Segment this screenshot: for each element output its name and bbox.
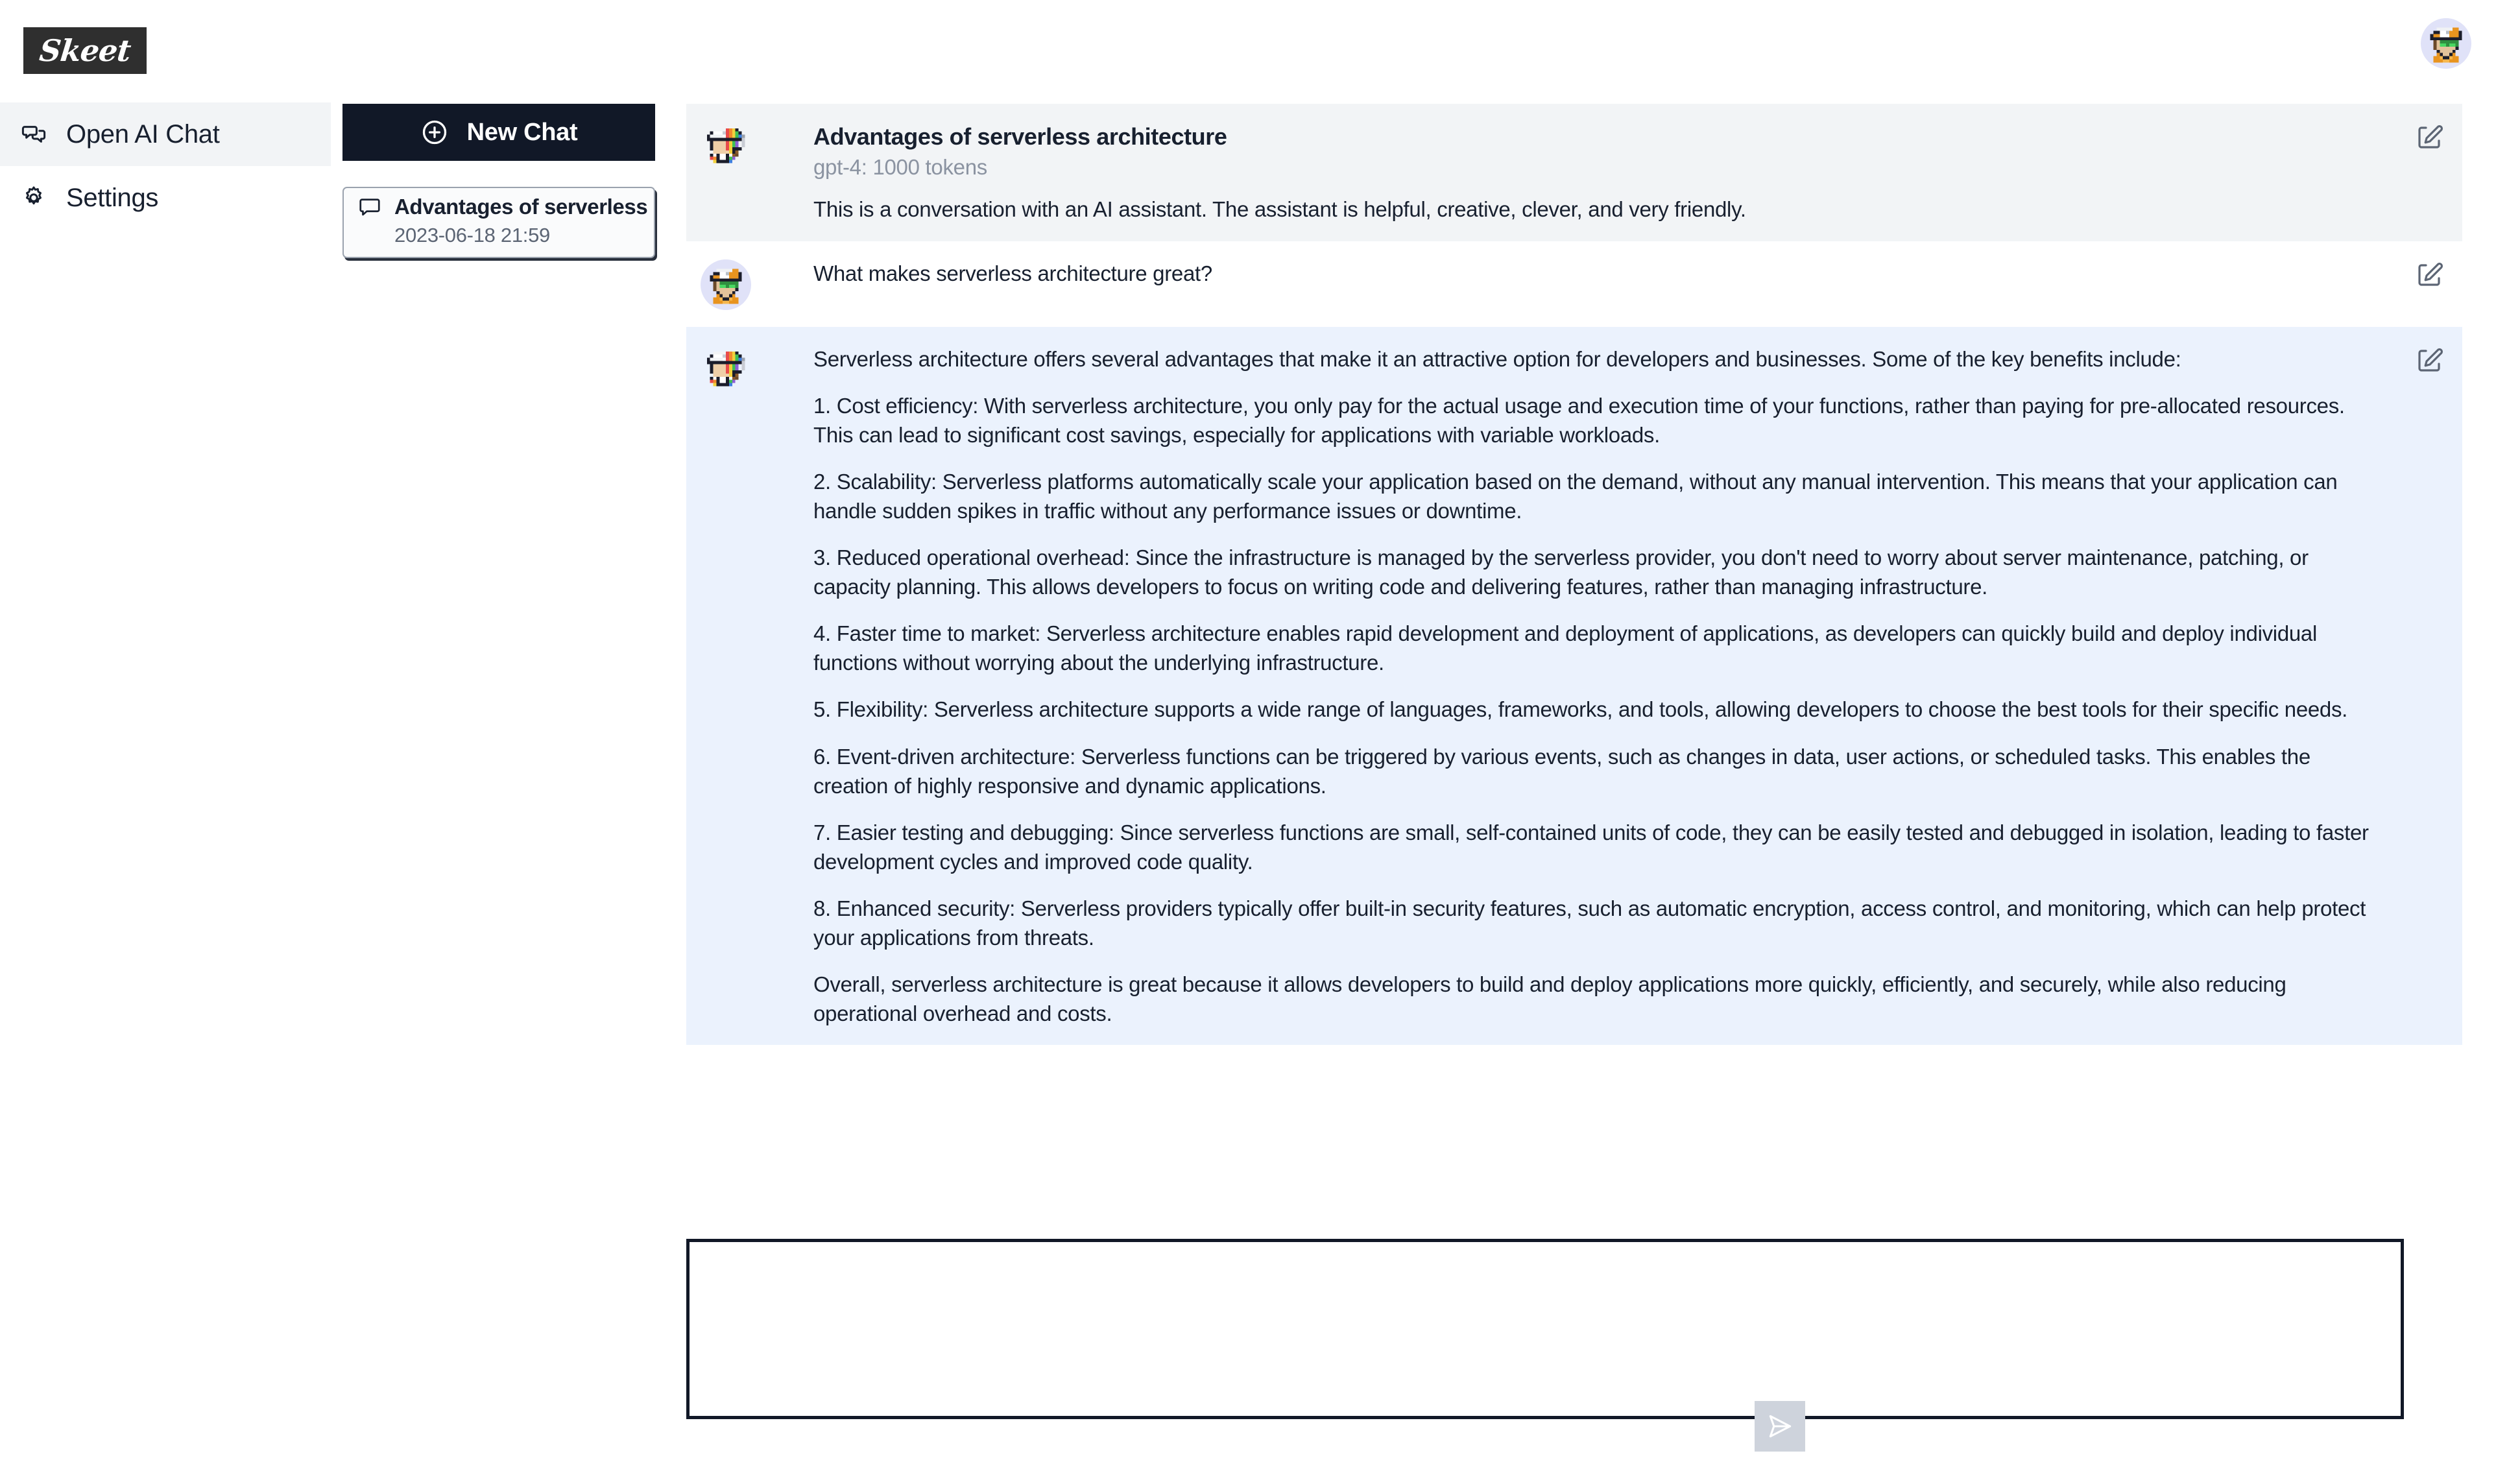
app-logo-text: Skeet — [38, 33, 132, 68]
message-row-user: What makes serverless architecture great… — [686, 241, 2462, 327]
gear-icon — [19, 184, 48, 212]
assistant-paragraph: Overall, serverless architecture is grea… — [813, 972, 2286, 1025]
app-root: Skeet Open AI Chat Settings New Chat Adv… — [0, 0, 2496, 1484]
assistant-avatar — [701, 345, 751, 396]
sidebar-item-label: Open AI Chat — [66, 119, 220, 149]
assistant-paragraph: 8. Enhanced security: Serverless provide… — [813, 896, 2366, 950]
assistant-paragraph: 3. Reduced operational overhead: Since t… — [813, 545, 2309, 599]
assistant-paragraph: 6. Event-driven architecture: Serverless… — [813, 745, 2310, 798]
assistant-paragraph: Serverless architecture offers several a… — [813, 346, 2181, 371]
user-avatar — [701, 259, 751, 310]
message-row-system: Advantages of serverless architecture gp… — [686, 104, 2462, 241]
app-logo[interactable]: Skeet — [23, 27, 147, 74]
message-input[interactable] — [686, 1239, 2404, 1419]
new-chat-label: New Chat — [466, 118, 578, 146]
sidebar-item-open-ai-chat[interactable]: Open AI Chat — [0, 102, 331, 166]
chat-list-column: New Chat Advantages of serverless archit… — [342, 0, 662, 1484]
assistant-paragraph: 4. Faster time to market: Serverless arc… — [813, 621, 2318, 675]
user-message-text: What makes serverless architecture great… — [813, 261, 1212, 285]
chat-bubble-icon — [358, 195, 381, 219]
chat-bubbles-icon — [19, 120, 48, 149]
chat-list-item-date: 2023-06-18 21:59 — [394, 224, 550, 246]
send-button[interactable] — [1755, 1401, 1805, 1452]
assistant-paragraph: 2. Scalability: Serverless platforms aut… — [813, 470, 2338, 523]
sidebar-item-label: Settings — [66, 183, 159, 212]
send-paper-plane-icon — [1769, 1415, 1792, 1438]
chat-list-item[interactable]: Advantages of serverless architecture 20… — [342, 187, 655, 258]
edit-pencil-icon[interactable] — [2414, 259, 2445, 291]
message-body: What makes serverless architecture great… — [813, 258, 2383, 289]
message-body: Serverless architecture offers several a… — [813, 344, 2383, 1029]
conversation-model-tokens: gpt-4: 1000 tokens — [813, 155, 987, 179]
new-chat-button[interactable]: New Chat — [342, 104, 655, 161]
chat-list-item-title-row: Advantages of serverless architecture — [358, 195, 654, 219]
conversation-title: Advantages of serverless architecture — [813, 123, 1227, 150]
assistant-paragraph: 7. Easier testing and debugging: Since s… — [813, 820, 2369, 874]
message-list: Advantages of serverless architecture gp… — [686, 104, 2462, 1046]
sidebar-item-settings[interactable]: Settings — [0, 166, 331, 230]
chat-list-item-title: Advantages of serverless architecture — [394, 195, 654, 219]
plus-circle-icon — [420, 118, 449, 147]
sidebar-nav: Open AI Chat Settings — [0, 102, 331, 230]
message-row-assistant: Serverless architecture offers several a… — [686, 326, 2462, 1046]
edit-pencil-icon[interactable] — [2414, 345, 2445, 376]
assistant-paragraph: 5. Flexibility: Serverless architecture … — [813, 697, 2348, 722]
message-body: Advantages of serverless architecture gp… — [813, 121, 2383, 224]
user-avatar-pixel-art — [710, 269, 742, 304]
assistant-avatar-pixel-art — [706, 128, 745, 163]
assistant-avatar-pixel-art — [706, 351, 745, 386]
system-prompt-text: This is a conversation with an AI assist… — [813, 197, 1746, 221]
composer — [686, 1239, 2496, 1433]
sidebar: Skeet Open AI Chat Settings — [0, 0, 331, 1484]
assistant-avatar — [701, 122, 751, 173]
assistant-paragraph: 1. Cost efficiency: With serverless arch… — [813, 394, 2345, 447]
edit-pencil-icon[interactable] — [2414, 122, 2445, 153]
assistant-message-text: Serverless architecture offers several a… — [813, 345, 2383, 1029]
